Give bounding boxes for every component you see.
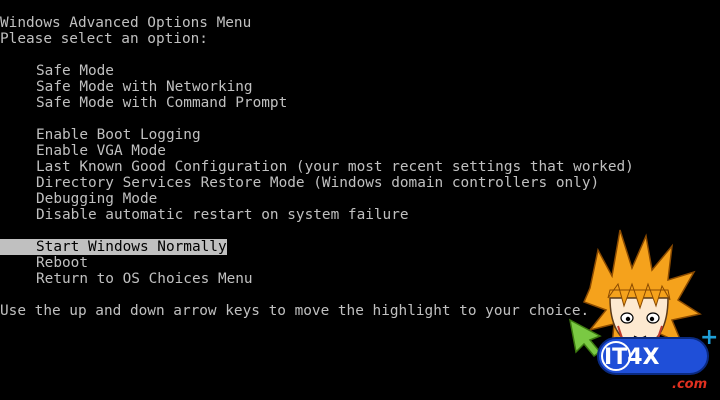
option-last-known-good[interactable]: Last Known Good Configuration (your most… (36, 159, 634, 175)
option-reboot[interactable]: Reboot (36, 255, 88, 271)
option-safe-mode[interactable]: Safe Mode (36, 63, 114, 79)
option-start-windows-normally[interactable]: Start Windows Normally (0, 239, 227, 255)
logo-plus-text: + (700, 325, 718, 350)
instructions-text: Use the up and down arrow keys to move t… (0, 303, 590, 319)
option-disable-auto-restart[interactable]: Disable automatic restart on system fail… (36, 207, 409, 223)
option-directory-services-restore[interactable]: Directory Services Restore Mode (Windows… (36, 175, 599, 191)
selected-option-label: Start Windows Normally (36, 239, 227, 255)
option-safe-mode-networking[interactable]: Safe Mode with Networking (36, 79, 253, 95)
option-return-os-choices[interactable]: Return to OS Choices Menu (36, 271, 253, 287)
option-enable-boot-logging[interactable]: Enable Boot Logging (36, 127, 201, 143)
logo-domain-text: .com (672, 377, 707, 392)
option-safe-mode-command-prompt[interactable]: Safe Mode with Command Prompt (36, 95, 287, 111)
menu-title: Windows Advanced Options Menu (0, 15, 252, 31)
menu-prompt: Please select an option: (0, 31, 208, 47)
option-debugging-mode[interactable]: Debugging Mode (36, 191, 157, 207)
anime-mascot-icon: IT4X + .com (568, 229, 718, 392)
option-enable-vga-mode[interactable]: Enable VGA Mode (36, 143, 166, 159)
logo-brand-text: IT4X (604, 345, 660, 370)
it4x-watermark-logo: IT4X + .com (560, 228, 720, 400)
